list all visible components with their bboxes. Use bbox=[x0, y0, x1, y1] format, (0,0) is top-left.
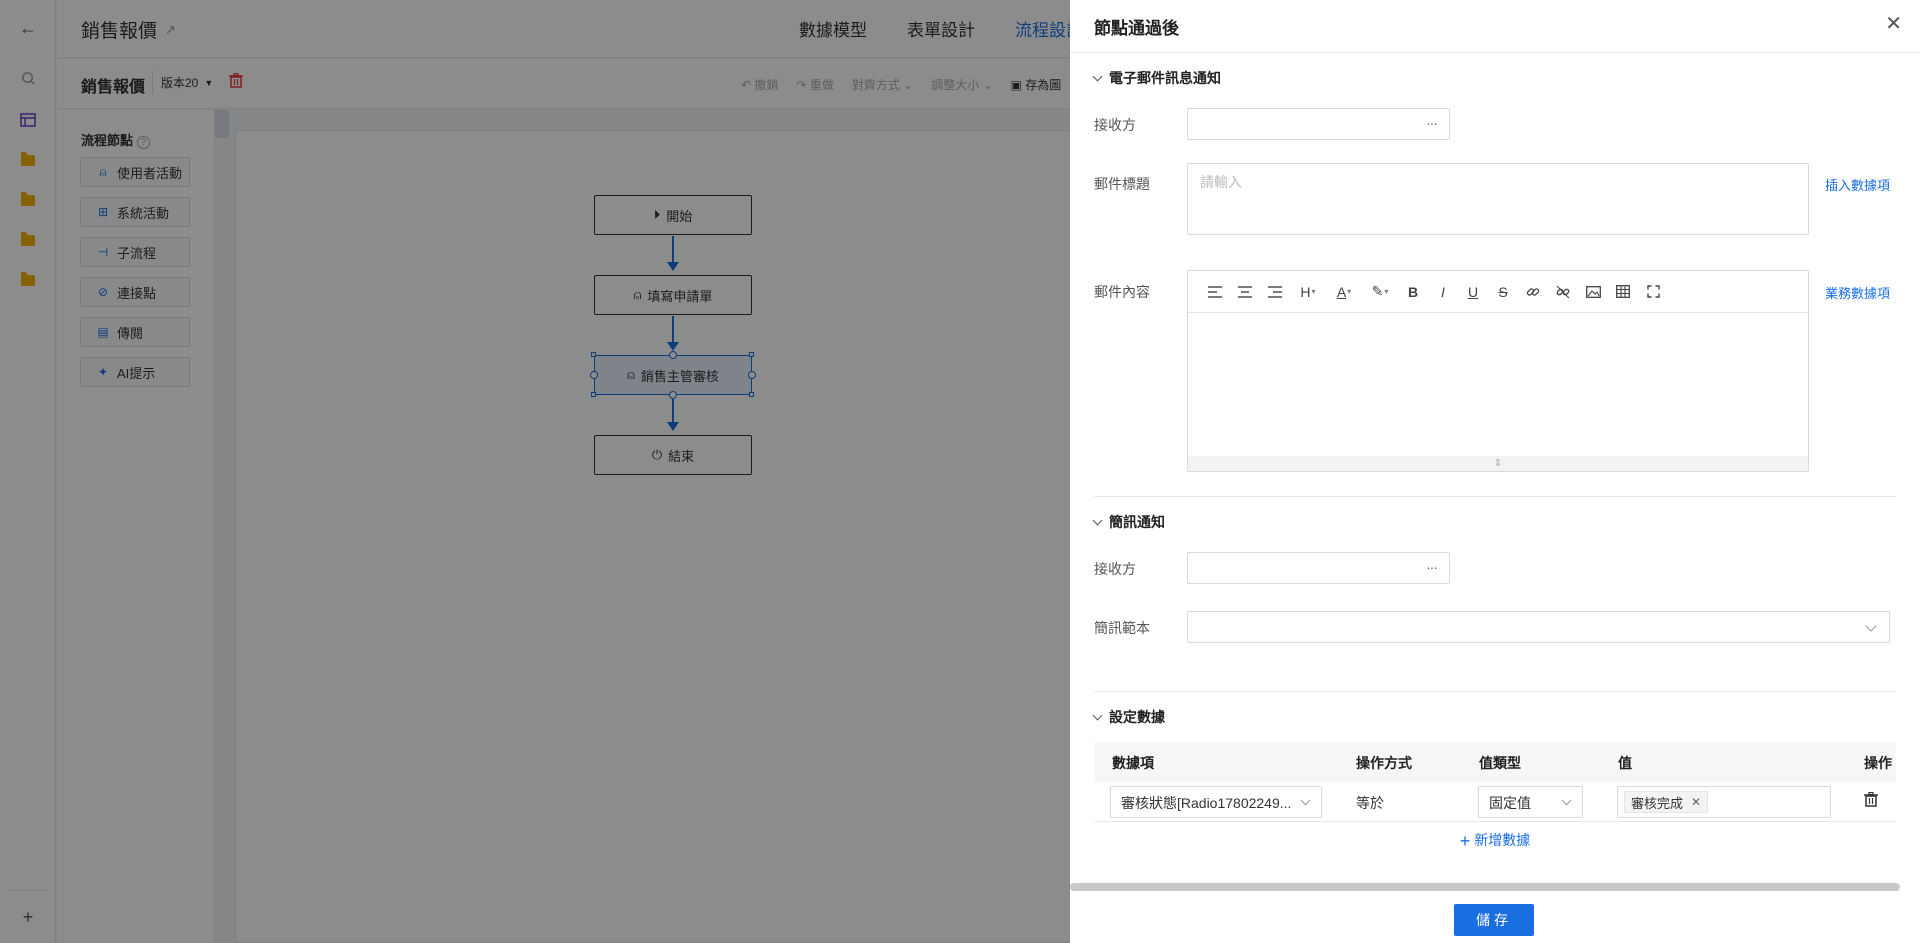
email-subject-label: 郵件標題 bbox=[1094, 176, 1150, 192]
chevron-down-icon bbox=[1092, 515, 1103, 525]
link-icon[interactable] bbox=[1518, 277, 1548, 307]
sms-recipient-picker[interactable]: ··· bbox=[1187, 552, 1450, 584]
image-icon[interactable] bbox=[1578, 277, 1608, 307]
more-icon[interactable]: ··· bbox=[1426, 559, 1438, 575]
bold-icon[interactable]: B bbox=[1398, 277, 1428, 307]
section-divider bbox=[1094, 691, 1896, 692]
column-header: 值類型 bbox=[1479, 755, 1521, 771]
data-field-select[interactable]: 審核狀態[Radio17802249... bbox=[1110, 786, 1322, 818]
add-data-button[interactable]: + 新增數據 bbox=[1094, 830, 1896, 852]
value-tag-label: 審核完成 bbox=[1631, 795, 1684, 811]
sms-section-header[interactable]: 簡訊通知 bbox=[1092, 512, 1165, 532]
value-type-select[interactable]: 固定值 bbox=[1478, 786, 1583, 818]
chevron-down-icon bbox=[1561, 795, 1572, 806]
column-header: 值 bbox=[1618, 755, 1632, 771]
value-type-value: 固定值 bbox=[1489, 795, 1531, 811]
email-content-editor: H ▾ A ▾ ✎ ▾ B I U S ⇕ bbox=[1187, 270, 1809, 472]
business-data-item-link[interactable]: 業務數據項 bbox=[1825, 283, 1890, 302]
font-color-icon[interactable]: A ▾ bbox=[1326, 277, 1362, 307]
sms-section-title: 簡訊通知 bbox=[1109, 514, 1165, 530]
sms-recipient-label: 接收方 bbox=[1094, 561, 1136, 577]
data-section-title: 設定數據 bbox=[1109, 709, 1165, 725]
drawer-title: 節點通過後 bbox=[1094, 19, 1179, 38]
column-header: 數據項 bbox=[1112, 755, 1154, 771]
drawer-footer: 儲存 bbox=[1070, 896, 1920, 943]
operator-value: 等於 bbox=[1356, 795, 1384, 811]
insert-data-item-link[interactable]: 插入數據項 bbox=[1825, 175, 1890, 194]
value-input[interactable]: 審核完成 ✕ bbox=[1617, 786, 1831, 818]
editor-body[interactable] bbox=[1188, 313, 1808, 456]
chevron-down-icon bbox=[1865, 620, 1877, 632]
delete-row-icon[interactable] bbox=[1864, 791, 1878, 812]
unlink-icon[interactable] bbox=[1548, 277, 1578, 307]
underline-icon[interactable]: U bbox=[1458, 277, 1488, 307]
fullscreen-icon[interactable] bbox=[1638, 277, 1668, 307]
drawer-header: 節點通過後 ✕ bbox=[1070, 0, 1920, 53]
editor-toolbar: H ▾ A ▾ ✎ ▾ B I U S bbox=[1188, 271, 1808, 313]
email-subject-input[interactable]: 請輸入 bbox=[1187, 163, 1809, 235]
plus-icon: + bbox=[1459, 831, 1471, 851]
chevron-down-icon bbox=[1092, 710, 1103, 720]
align-center-icon[interactable] bbox=[1230, 277, 1260, 307]
email-recipient-label: 接收方 bbox=[1094, 117, 1136, 133]
modal-overlay[interactable] bbox=[0, 0, 1070, 943]
table-row: 審核狀態[Radio17802249... 等於 固定值 審核完成 ✕ bbox=[1094, 782, 1896, 822]
editor-resize-handle-icon[interactable]: ⇕ bbox=[1188, 456, 1808, 471]
email-subject-placeholder: 請輸入 bbox=[1200, 174, 1242, 190]
chevron-down-icon bbox=[1300, 795, 1311, 806]
strikethrough-icon[interactable]: S bbox=[1488, 277, 1518, 307]
email-content-label: 郵件內容 bbox=[1094, 284, 1150, 300]
heading-icon[interactable]: H ▾ bbox=[1290, 277, 1326, 307]
save-button[interactable]: 儲存 bbox=[1454, 904, 1534, 936]
table-header: 數據項 操作方式 值類型 值 操作 bbox=[1094, 742, 1896, 782]
column-header: 操作方式 bbox=[1356, 755, 1412, 771]
section-divider bbox=[1094, 496, 1896, 497]
email-recipient-picker[interactable]: ··· bbox=[1187, 108, 1450, 140]
highlight-icon[interactable]: ✎ ▾ bbox=[1362, 277, 1398, 307]
sms-template-select[interactable] bbox=[1187, 611, 1890, 643]
column-header: 操作 bbox=[1864, 755, 1892, 771]
value-tag: 審核完成 ✕ bbox=[1624, 791, 1709, 813]
email-section-header[interactable]: 電子郵件訊息通知 bbox=[1092, 68, 1221, 88]
close-icon[interactable]: ✕ bbox=[1885, 14, 1902, 34]
add-data-label: 新增數據 bbox=[1474, 832, 1531, 848]
remove-tag-icon[interactable]: ✕ bbox=[1691, 795, 1701, 809]
horizontal-scrollbar[interactable] bbox=[1070, 883, 1900, 891]
sms-template-label: 簡訊範本 bbox=[1094, 620, 1150, 636]
data-section-header[interactable]: 設定數據 bbox=[1092, 707, 1165, 727]
chevron-down-icon bbox=[1092, 71, 1103, 81]
italic-icon[interactable]: I bbox=[1428, 277, 1458, 307]
node-settings-drawer: 節點通過後 ✕ 電子郵件訊息通知 接收方 ··· 郵件標題 請輸入 插入數據項 … bbox=[1070, 0, 1920, 943]
data-field-value: 審核狀態[Radio17802249... bbox=[1121, 795, 1292, 811]
table-icon[interactable] bbox=[1608, 277, 1638, 307]
more-icon[interactable]: ··· bbox=[1426, 115, 1438, 131]
align-left-icon[interactable] bbox=[1200, 277, 1230, 307]
data-settings-table: 數據項 操作方式 值類型 值 操作 審核狀態[Radio17802249... … bbox=[1094, 742, 1896, 851]
email-section-title: 電子郵件訊息通知 bbox=[1109, 70, 1221, 86]
align-right-icon[interactable] bbox=[1260, 277, 1290, 307]
